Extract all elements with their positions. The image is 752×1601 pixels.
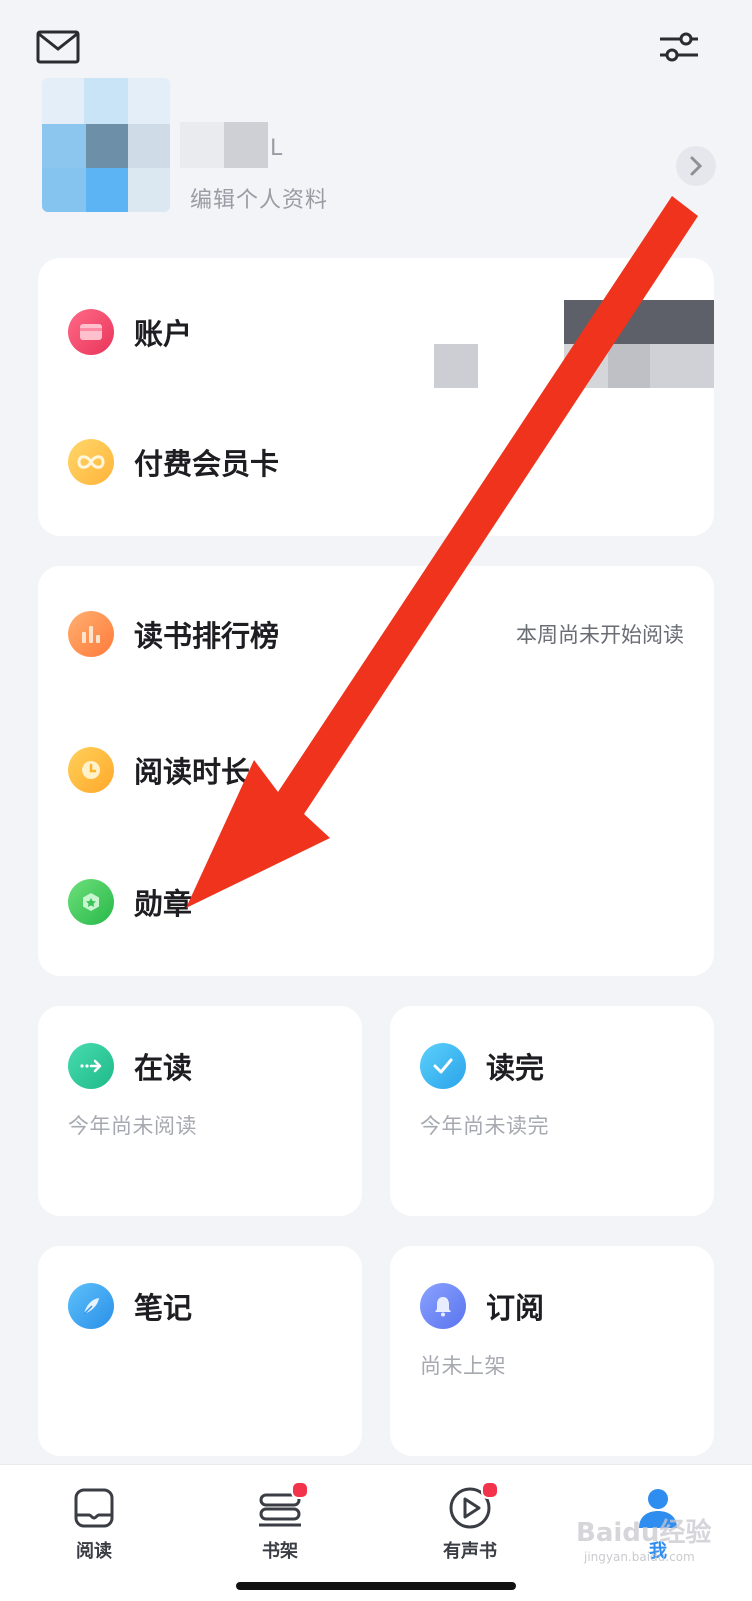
- account-label: 账户: [134, 317, 193, 351]
- avatar[interactable]: [42, 78, 170, 212]
- tile-reading-now-subtitle: 今年尚未阅读: [68, 1114, 197, 1138]
- tab-reading-label: 阅读: [76, 1541, 112, 1562]
- tile-subscriptions-subtitle: 尚未上架: [420, 1354, 506, 1378]
- tile-notes-title: 笔记: [134, 1291, 193, 1325]
- medal-row[interactable]: 勋章: [68, 872, 684, 932]
- tile-subscriptions-title: 订阅: [486, 1291, 545, 1325]
- tile-reading-now-header: 在读: [68, 1036, 342, 1096]
- bell-icon: [420, 1283, 466, 1329]
- account-card: 账户 付费会员卡: [38, 258, 714, 536]
- medal-icon: [68, 879, 114, 925]
- membership-card-label: 付费会员卡: [134, 447, 280, 481]
- check-icon: [420, 1043, 466, 1089]
- tab-bookshelf[interactable]: 书架: [220, 1481, 340, 1563]
- user-name-blurred: L: [180, 122, 320, 168]
- settings-sliders-icon[interactable]: [656, 24, 702, 70]
- tab-audiobooks-label: 有声书: [443, 1541, 497, 1562]
- wallet-icon: [68, 309, 114, 355]
- tile-subscriptions[interactable]: 订阅 尚未上架: [390, 1246, 714, 1456]
- home-indicator[interactable]: [236, 1582, 516, 1590]
- edit-profile-link[interactable]: 编辑个人资料: [190, 182, 328, 214]
- bookshelf-badge: [291, 1481, 309, 1499]
- reading-time-label: 阅读时长: [134, 755, 251, 789]
- membership-card-row[interactable]: 付费会员卡: [68, 432, 684, 492]
- reading-rank-status: 本周尚未开始阅读: [516, 623, 684, 647]
- tile-reading-now-title: 在读: [134, 1051, 193, 1085]
- play-circle-icon: [447, 1481, 499, 1531]
- tab-bookshelf-label: 书架: [262, 1541, 298, 1562]
- reading-rank-label: 读书排行榜: [134, 619, 280, 653]
- bar-chart-icon: [68, 611, 114, 657]
- medal-label: 勋章: [134, 887, 193, 921]
- reading-rank-row[interactable]: 读书排行榜 本周尚未开始阅读: [68, 604, 684, 664]
- tab-reading[interactable]: 阅读: [34, 1485, 154, 1563]
- feather-icon: [68, 1283, 114, 1329]
- tab-audiobooks[interactable]: 有声书: [410, 1481, 530, 1563]
- reading-time-row[interactable]: 阅读时长: [68, 740, 684, 800]
- mail-icon[interactable]: [35, 24, 81, 70]
- watermark-brand: Baidu经验: [576, 1518, 712, 1548]
- infinity-icon: [68, 439, 114, 485]
- tile-reading-now[interactable]: 在读 今年尚未阅读: [38, 1006, 362, 1216]
- tile-finished-subtitle: 今年尚未读完: [420, 1114, 549, 1138]
- clock-icon: [68, 747, 114, 793]
- tile-notes[interactable]: 笔记: [38, 1246, 362, 1456]
- tile-notes-header: 笔记: [68, 1276, 342, 1336]
- tile-finished-title: 读完: [486, 1051, 545, 1085]
- watermark-url: jingyan.baidu.com: [584, 1550, 695, 1564]
- tile-subscriptions-header: 订阅: [420, 1276, 694, 1336]
- bookshelf-icon: [257, 1481, 309, 1531]
- book-icon: [71, 1485, 117, 1531]
- account-row[interactable]: 账户: [68, 302, 684, 362]
- tile-finished-header: 读完: [420, 1036, 694, 1096]
- arrow-right-icon: [68, 1043, 114, 1089]
- tile-finished[interactable]: 读完 今年尚未读完: [390, 1006, 714, 1216]
- audiobooks-badge: [481, 1481, 499, 1499]
- reading-card: 读书排行榜 本周尚未开始阅读 阅读时长 勋章: [38, 566, 714, 976]
- chevron-right-icon[interactable]: [676, 146, 716, 186]
